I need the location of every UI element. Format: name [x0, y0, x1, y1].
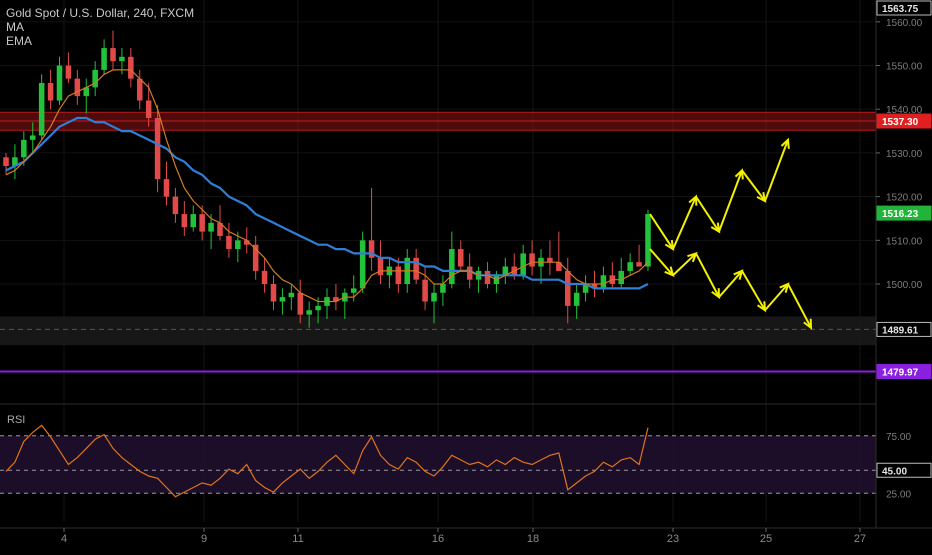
candle-body — [431, 292, 437, 302]
candle-body — [163, 179, 170, 197]
candle-body — [136, 78, 143, 101]
rsi-indicator-label[interactable]: RSI — [7, 414, 25, 426]
price-axis-label: 1550.00 — [886, 62, 923, 73]
price-tag: 1489.61 — [882, 325, 919, 336]
candle-body — [38, 83, 45, 136]
time-axis-label: 9 — [201, 533, 207, 545]
candle-body — [172, 196, 179, 215]
candle-body — [128, 56, 134, 79]
candle-body — [457, 249, 464, 267]
price-chart[interactable]: 1500.001510.001520.001530.001540.001550.… — [0, 0, 932, 550]
chart-legend: Gold Spot / U.S. Dollar, 240, FXCM MA EM… — [6, 6, 194, 48]
price-tag: 1479.97 — [882, 368, 919, 379]
candle-body — [208, 222, 214, 232]
chart-stage[interactable]: 1500.00 1510.00 1520.00 1530.00 1540.00 1550.… — [0, 0, 932, 550]
candle-body — [65, 65, 72, 79]
time-axis-label: 16 — [432, 533, 444, 545]
candle-body — [190, 214, 197, 228]
candle-body — [636, 262, 642, 267]
ma-indicator-label[interactable]: MA — [6, 20, 194, 34]
price-tag: 1516.23 — [882, 209, 919, 220]
time-axis-label: 23 — [667, 533, 679, 545]
price-tag: 1537.30 — [882, 117, 919, 128]
candle-body — [466, 266, 473, 280]
candle-body — [484, 270, 491, 285]
candle-body — [226, 235, 232, 250]
candle-body — [181, 214, 188, 228]
candle-body — [297, 292, 304, 315]
candle-body — [119, 56, 125, 62]
candle-body — [600, 275, 607, 289]
candle-body — [645, 214, 651, 267]
candle-body — [618, 270, 625, 285]
candle-body — [47, 83, 54, 101]
candle-body — [395, 266, 402, 285]
support-zone — [0, 316, 876, 346]
candle-body — [3, 157, 9, 167]
price-axis-label: 1510.00 — [886, 236, 923, 247]
price-tag: 1563.75 — [882, 4, 919, 15]
rsi-tag: 45.00 — [882, 466, 907, 477]
candle-body — [306, 310, 312, 315]
candle-body — [422, 279, 428, 302]
time-axis-label: 11 — [292, 533, 303, 545]
candle-body — [564, 270, 571, 306]
candle-body — [56, 65, 63, 101]
candle-body — [315, 305, 321, 311]
candle-body — [154, 117, 161, 180]
symbol-title[interactable]: Gold Spot / U.S. Dollar, 240, FXCM — [6, 6, 194, 20]
candle-body — [92, 69, 98, 88]
candle-body — [101, 48, 107, 70]
price-axis-label: 1560.00 — [886, 18, 923, 29]
ema-indicator-label[interactable]: EMA — [6, 34, 194, 48]
candle-body — [29, 135, 36, 140]
candle-body — [350, 288, 357, 293]
candle-body — [279, 297, 286, 302]
candle-body — [145, 100, 152, 118]
candle-body — [261, 270, 268, 285]
candle-body — [413, 257, 419, 280]
time-axis-label: 4 — [61, 533, 67, 545]
candle-body — [573, 292, 580, 306]
rsi-axis-label: 25.00 — [886, 489, 911, 500]
candle-body — [440, 284, 446, 293]
candle-body — [529, 253, 535, 267]
time-axis-label: 18 — [527, 533, 539, 545]
time-axis-label: 27 — [854, 533, 866, 545]
candle-body — [270, 284, 277, 302]
candle-body — [74, 78, 81, 97]
candle-body — [359, 240, 366, 289]
time-axis-label: 25 — [760, 533, 772, 545]
price-axis-label: 1500.00 — [886, 280, 923, 291]
price-axis-label: 1530.00 — [886, 149, 923, 160]
candle-body — [199, 214, 205, 232]
candle-body — [110, 48, 116, 62]
candle-body — [21, 139, 27, 158]
candle-body — [627, 262, 633, 271]
candle-body — [547, 257, 553, 263]
candle-body — [520, 253, 526, 276]
rsi-axis-label: 75.00 — [886, 432, 911, 443]
candle-body — [288, 292, 295, 298]
candle-body — [377, 257, 384, 276]
candle-body — [235, 240, 241, 250]
price-axis-label: 1520.00 — [886, 193, 923, 204]
candle-body — [449, 249, 455, 285]
